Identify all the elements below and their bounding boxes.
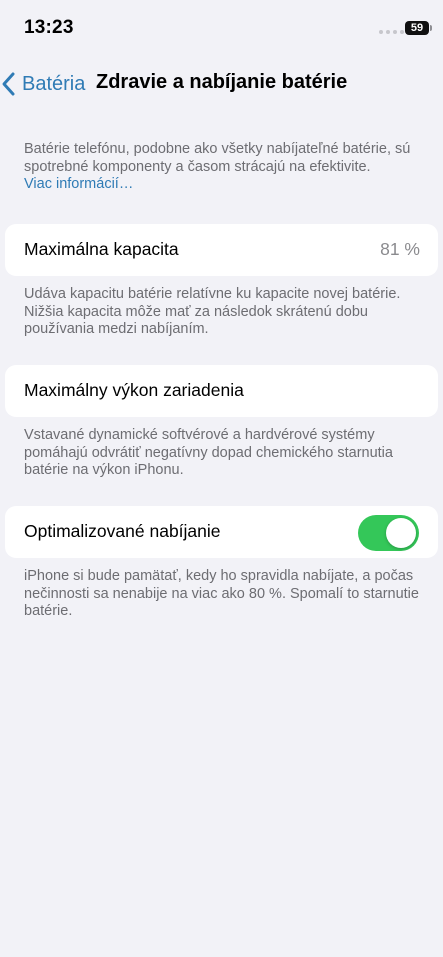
intro-text-block: Batérie telefónu, podobne ako všetky nab… [24, 141, 424, 194]
toggle-knob [386, 518, 416, 548]
max-capacity-label: Maximálna kapacita [24, 239, 179, 259]
battery-level: 59 [410, 22, 424, 34]
peak-performance-footnote: Vstavané dynamické softvérové a hardvéro… [24, 427, 393, 478]
back-label: Batéria [22, 72, 86, 95]
max-capacity-value: 81 % [380, 239, 420, 259]
battery-icon: 59 [405, 21, 429, 35]
status-time: 13:23 [24, 17, 74, 38]
status-bar: 13:23 59 [0, 0, 443, 58]
battery-cap [430, 25, 432, 31]
intro-text: Batérie telefónu, podobne ako všetky nab… [24, 141, 411, 175]
cellular-signal-icon [379, 30, 404, 34]
page-title: Zdravie a nabíjanie batérie [96, 71, 348, 93]
more-info-link[interactable]: Viac informácií… [24, 176, 424, 194]
optimized-charging-footnote: iPhone si bude pamätať, kedy ho spravidl… [24, 568, 419, 619]
max-capacity-footnote: Udáva kapacitu batérie relatívne ku kapa… [24, 286, 401, 337]
back-button[interactable]: Batéria [0, 62, 85, 106]
optimized-charging-row: Optimalizované nabíjanie [5, 506, 438, 558]
optimized-charging-toggle[interactable] [358, 515, 419, 551]
navigation-bar: Batéria Zdravie a nabíjanie batérie [0, 62, 443, 106]
peak-performance-row[interactable]: Maximálny výkon zariadenia [5, 365, 438, 417]
max-capacity-row: Maximálna kapacita 81 % [5, 224, 438, 276]
optimized-charging-label: Optimalizované nabíjanie [24, 521, 221, 541]
peak-performance-label: Maximálny výkon zariadenia [24, 380, 244, 400]
chevron-left-icon [2, 72, 15, 96]
